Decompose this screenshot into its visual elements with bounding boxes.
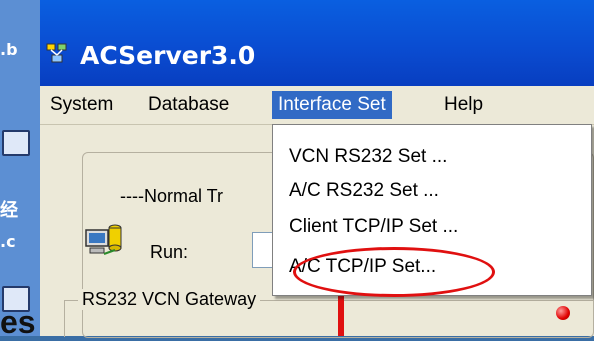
menu-help[interactable]: Help (438, 91, 489, 119)
annotation-ellipse (293, 247, 495, 297)
computer-database-icon (85, 224, 122, 255)
normal-group-label: ----Normal Tr (120, 186, 223, 206)
menu-item-vcn-rs232-set[interactable]: VCN RS232 Set ... (289, 141, 447, 173)
window-title: ACServer3.0 (80, 41, 256, 70)
gateway-group-label: RS232 VCN Gateway (78, 289, 261, 310)
desktop-shortcut-label: .c (0, 232, 16, 251)
app-network-icon (46, 43, 67, 63)
interface-set-dropdown: VCN RS232 Set ... A/C RS232 Set ... Clie… (272, 124, 592, 297)
title-bar[interactable]: ACServer3.0 (40, 0, 594, 86)
desktop-background: .b 经 .c (0, 0, 40, 336)
menu-database[interactable]: Database (142, 91, 235, 119)
menu-interface-set[interactable]: Interface Set (272, 91, 392, 119)
status-led-icon (556, 306, 570, 320)
desktop-shortcut-label: 经 (0, 200, 18, 221)
run-label: Run: (150, 242, 189, 262)
desktop-shortcut-label: .b (0, 40, 18, 59)
menu-item-ac-rs232-set[interactable]: A/C RS232 Set ... (289, 175, 439, 207)
menu-bar: System Database Interface Set Help (40, 86, 594, 125)
menu-item-client-tcpip-set[interactable]: Client TCP/IP Set ... (289, 211, 458, 243)
desktop-text: es (0, 304, 36, 340)
menu-system[interactable]: System (44, 91, 119, 119)
desktop-icon[interactable] (2, 130, 30, 156)
